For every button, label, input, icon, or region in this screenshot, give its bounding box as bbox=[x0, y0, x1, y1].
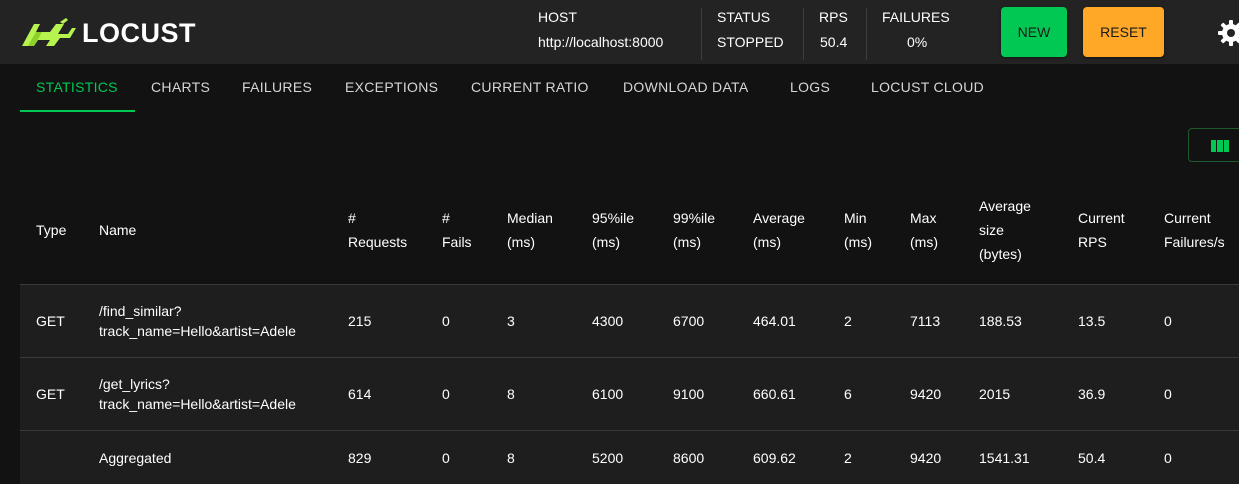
cell-median: 3 bbox=[507, 313, 515, 329]
cell-fails: 0 bbox=[442, 449, 450, 466]
cell-max: 7113 bbox=[910, 313, 941, 329]
cell-median: 8 bbox=[507, 386, 515, 402]
active-tab-indicator bbox=[20, 110, 135, 112]
cell-min: 6 bbox=[844, 386, 852, 402]
rps-value: 50.4 bbox=[820, 34, 848, 50]
host-value: http://localhost:8000 bbox=[538, 34, 664, 50]
tab-locust-cloud[interactable]: LOCUST CLOUD bbox=[871, 64, 984, 110]
cell-min: 2 bbox=[844, 313, 852, 329]
tab-statistics[interactable]: STATISTICS bbox=[36, 64, 118, 110]
cell-name: Aggregated bbox=[99, 449, 172, 466]
tab-exceptions[interactable]: EXCEPTIONS bbox=[345, 64, 438, 110]
tab-download-data[interactable]: DOWNLOAD DATA bbox=[623, 64, 749, 110]
cell-name: /get_lyrics? track_name=Hello&artist=Adel… bbox=[99, 376, 296, 412]
header-max[interactable]: Max (ms) bbox=[910, 176, 938, 284]
tab-logs[interactable]: LOGS bbox=[790, 64, 830, 110]
header-p99[interactable]: 99%ile (ms) bbox=[673, 176, 715, 284]
cell-max: 9420 bbox=[910, 386, 942, 402]
cell-p95: 6100 bbox=[592, 386, 624, 402]
cell-min: 2 bbox=[844, 449, 852, 466]
header-median[interactable]: Median (ms) bbox=[507, 176, 553, 284]
cell-p99: 8600 bbox=[673, 449, 705, 466]
cell-current-failures: 0 bbox=[1164, 449, 1172, 466]
header-current-failures[interactable]: Current Failures/s bbox=[1164, 176, 1225, 284]
cell-current-failures: 0 bbox=[1164, 313, 1172, 329]
header-min[interactable]: Min (ms) bbox=[844, 176, 872, 284]
failures-value: 0% bbox=[907, 34, 928, 50]
cell-p99: 6700 bbox=[673, 313, 705, 329]
status-stat: STATUS STOPPED bbox=[717, 8, 784, 60]
cell-average: 609.62 bbox=[753, 449, 796, 466]
header-divider bbox=[866, 8, 867, 60]
cell-average: 660.61 bbox=[753, 386, 796, 402]
cell-requests: 829 bbox=[348, 449, 372, 466]
table-row-aggregated: Aggregated 829 0 8 5200 8600 609.62 2 94… bbox=[20, 430, 1239, 484]
main-tabs: STATISTICS CHARTS FAILURES EXCEPTIONS CU… bbox=[20, 64, 1239, 112]
view-column-icon bbox=[1211, 140, 1229, 152]
cell-average: 464.01 bbox=[753, 313, 796, 329]
cell-p95: 5200 bbox=[592, 449, 624, 466]
cell-requests: 215 bbox=[348, 313, 372, 329]
gear-icon[interactable] bbox=[1218, 20, 1239, 46]
cell-max: 9420 bbox=[910, 449, 942, 466]
header-fails[interactable]: # Fails bbox=[442, 176, 472, 284]
cell-current-failures: 0 bbox=[1164, 386, 1172, 402]
status-value: STOPPED bbox=[717, 34, 784, 50]
cell-p99: 9100 bbox=[673, 386, 705, 402]
rps-label: RPS bbox=[819, 9, 848, 25]
header-name[interactable]: Name bbox=[99, 176, 136, 284]
cell-median: 8 bbox=[507, 449, 515, 466]
top-app-bar: LOCUST HOST http://localhost:8000 STATUS… bbox=[0, 0, 1239, 64]
cell-current-rps: 36.9 bbox=[1078, 386, 1106, 402]
table-row: GET /get_lyrics? track_name=Hello&artist=… bbox=[20, 357, 1239, 430]
header-average[interactable]: Average (ms) bbox=[753, 176, 805, 284]
cell-current-rps: 13.5 bbox=[1078, 313, 1106, 329]
cell-fails: 0 bbox=[442, 313, 450, 329]
header-current-rps[interactable]: Current RPS bbox=[1078, 176, 1125, 284]
cell-average-size: 1541.31 bbox=[979, 449, 1030, 466]
cell-requests: 614 bbox=[348, 386, 372, 402]
host-stat: HOST http://localhost:8000 bbox=[538, 8, 663, 60]
header-type[interactable]: Type bbox=[36, 176, 66, 284]
table-row: GET /find_similar? track_name=Hello&artis… bbox=[20, 284, 1239, 357]
header-divider bbox=[701, 8, 702, 60]
logo-text: LOCUST bbox=[82, 18, 196, 48]
cell-name: /find_similar? track_name=Hello&artist=Ad… bbox=[99, 303, 296, 339]
tab-charts[interactable]: CHARTS bbox=[151, 64, 210, 110]
header-divider bbox=[803, 8, 804, 60]
cell-fails: 0 bbox=[442, 386, 450, 402]
tab-current-ratio[interactable]: CURRENT RATIO bbox=[471, 64, 589, 110]
header-average-size[interactable]: Average size (bytes) bbox=[979, 176, 1031, 284]
cell-average-size: 188.53 bbox=[979, 313, 1022, 329]
status-label: STATUS bbox=[717, 9, 771, 25]
reset-stats-button[interactable]: RESET bbox=[1083, 7, 1164, 57]
host-label: HOST bbox=[538, 9, 577, 25]
header-requests[interactable]: # Requests bbox=[348, 176, 407, 284]
tab-failures[interactable]: FAILURES bbox=[242, 64, 312, 110]
rps-stat: RPS 50.4 bbox=[819, 8, 848, 60]
cell-current-rps: 50.4 bbox=[1078, 449, 1106, 466]
cell-type: GET bbox=[36, 313, 65, 329]
locust-logo[interactable]: LOCUST bbox=[20, 18, 196, 48]
cell-type: GET bbox=[36, 386, 65, 402]
failures-stat: FAILURES 0% bbox=[882, 8, 950, 60]
failures-label: FAILURES bbox=[882, 9, 950, 25]
locust-logo-icon bbox=[22, 18, 76, 46]
header-p95[interactable]: 95%ile (ms) bbox=[592, 176, 634, 284]
table-header: Type Name # Requests # Fails Median (ms) 95… bbox=[20, 176, 1239, 284]
column-selector-button[interactable] bbox=[1188, 128, 1239, 162]
cell-p95: 4300 bbox=[592, 313, 624, 329]
new-test-button[interactable]: NEW bbox=[1001, 7, 1067, 57]
cell-average-size: 2015 bbox=[979, 386, 1011, 402]
